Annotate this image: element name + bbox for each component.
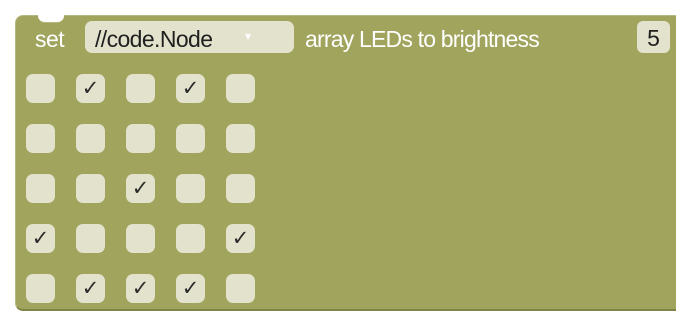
variable-dropdown-value: //code.Node — [95, 26, 213, 52]
led-checkbox[interactable] — [226, 274, 255, 303]
led-checkbox[interactable]: ✓ — [226, 224, 255, 253]
checkmark-icon: ✓ — [131, 177, 150, 200]
led-checkbox[interactable]: ✓ — [176, 274, 205, 303]
checkmark-icon: ✓ — [31, 227, 50, 250]
checkmark-icon: ✓ — [81, 77, 100, 100]
led-checkbox[interactable] — [76, 124, 105, 153]
checkmark-icon: ✓ — [81, 277, 100, 300]
led-checkbox[interactable] — [26, 174, 55, 203]
led-checkbox[interactable]: ✓ — [76, 274, 105, 303]
block-header: set //code.Node ▾ array LEDs to brightne… — [16, 16, 676, 66]
led-checkbox[interactable] — [126, 74, 155, 103]
led-checkbox[interactable]: ✓ — [126, 274, 155, 303]
led-checkbox[interactable] — [26, 74, 55, 103]
set-led-array-block[interactable]: set //code.Node ▾ array LEDs to brightne… — [15, 15, 676, 311]
led-checkbox[interactable] — [176, 174, 205, 203]
led-checkbox[interactable]: ✓ — [176, 74, 205, 103]
array-label: array LEDs to brightness — [305, 26, 540, 52]
led-row: ✓ ✓ — [26, 224, 286, 254]
led-checkbox[interactable]: ✓ — [76, 74, 105, 103]
led-checkbox[interactable]: ✓ — [126, 174, 155, 203]
checkmark-icon: ✓ — [181, 77, 200, 100]
led-checkbox[interactable]: ✓ — [26, 224, 55, 253]
led-row: ✓ ✓ — [26, 74, 286, 104]
led-checkbox[interactable] — [26, 274, 55, 303]
led-row: ✓ — [26, 174, 286, 204]
workspace-canvas: set //code.Node ▾ array LEDs to brightne… — [0, 0, 676, 312]
checkmark-icon: ✓ — [131, 277, 150, 300]
brightness-value: 5 — [647, 25, 660, 51]
led-row — [26, 124, 286, 154]
led-checkbox[interactable] — [26, 124, 55, 153]
led-checkbox[interactable] — [176, 224, 205, 253]
checkmark-icon: ✓ — [181, 277, 200, 300]
led-checkbox[interactable] — [176, 124, 205, 153]
led-checkbox-grid: ✓ ✓ ✓ ✓ ✓ ✓ ✓ ✓ — [26, 74, 286, 312]
block-connector-notch — [38, 15, 64, 23]
led-checkbox[interactable] — [226, 124, 255, 153]
led-checkbox[interactable] — [226, 74, 255, 103]
set-label: set — [35, 26, 65, 52]
led-checkbox[interactable] — [126, 124, 155, 153]
led-checkbox[interactable] — [76, 174, 105, 203]
checkmark-icon: ✓ — [231, 227, 250, 250]
variable-dropdown[interactable]: //code.Node ▾ — [85, 21, 294, 53]
chevron-down-icon: ▾ — [245, 29, 252, 43]
led-checkbox[interactable] — [126, 224, 155, 253]
led-checkbox[interactable] — [226, 174, 255, 203]
led-checkbox[interactable] — [76, 224, 105, 253]
brightness-input[interactable]: 5 — [637, 21, 670, 53]
led-row: ✓ ✓ ✓ — [26, 274, 286, 304]
